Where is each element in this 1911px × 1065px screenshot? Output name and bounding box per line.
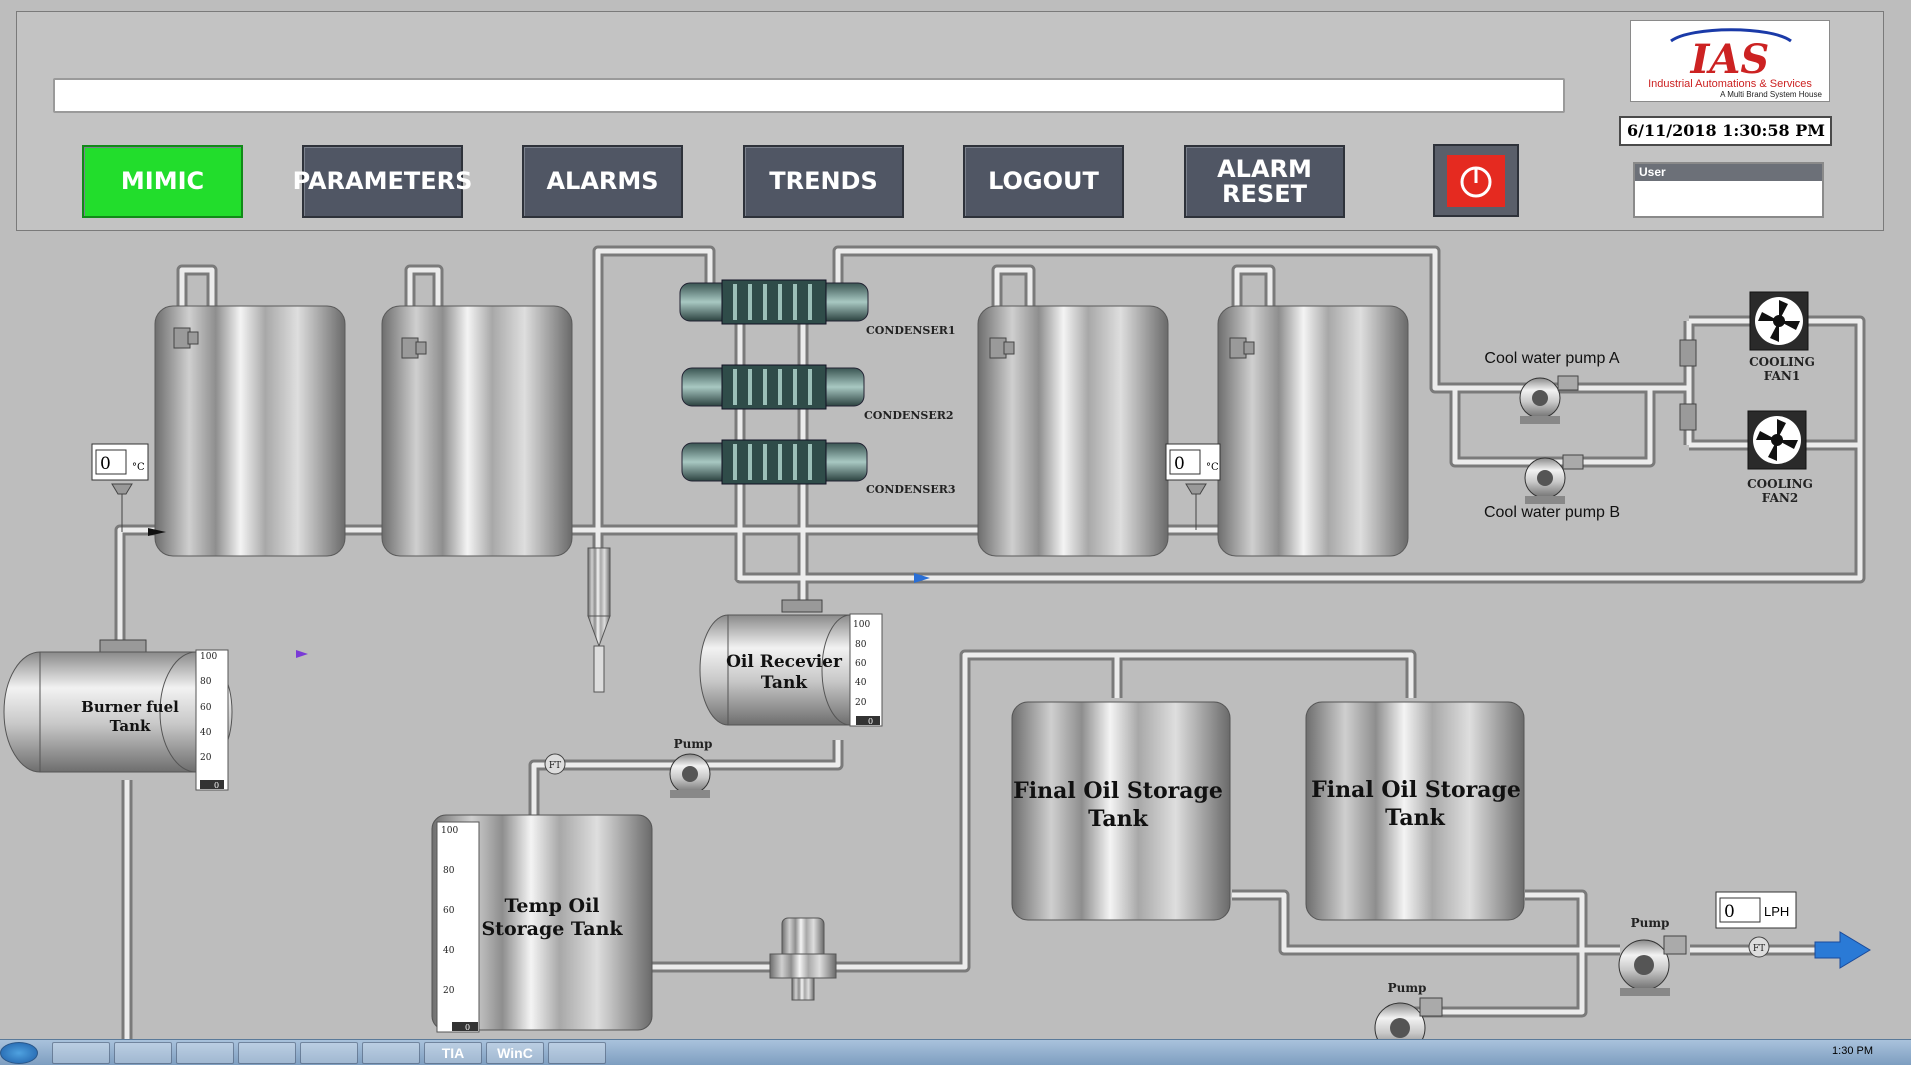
oil-receiver-level: 0 [868, 717, 873, 726]
fan2-label-1: COOLING [1747, 477, 1813, 491]
media-player-icon[interactable] [176, 1042, 234, 1064]
gauge-tick: 20 [200, 753, 212, 763]
gauge-tick: 80 [855, 640, 867, 650]
logo-name: Industrial Automations & Services [1648, 78, 1812, 90]
alarms-button[interactable]: ALARMS [522, 145, 683, 218]
temperature-1-unit: °C [132, 462, 145, 473]
temperature-1-value: 0 [100, 454, 111, 474]
mimic-button[interactable]: MIMIC [82, 145, 243, 218]
trends-button[interactable]: TRENDS [743, 145, 904, 218]
cool-water-pumps: Cool water pump A Cool water pump B [1484, 350, 1620, 521]
temperature-displays: 0 °C 0 °C [91, 443, 1221, 532]
wincc-icon[interactable]: WinC [486, 1042, 544, 1064]
outlet-flow-arrow-icon [1814, 931, 1871, 969]
start-button[interactable] [0, 1042, 38, 1064]
flow-rate-value: 0 [1724, 902, 1735, 922]
chrome-icon[interactable] [238, 1042, 296, 1064]
user-field[interactable]: User [1633, 162, 1824, 218]
temp-oil-level: 0 [465, 1023, 470, 1032]
gauge-tick: 100 [441, 826, 458, 836]
cooling-fans: COOLING FAN1 COOLING FAN2 [1747, 291, 1815, 505]
gauge-tick: 20 [855, 698, 867, 708]
oil-receiver-tank-label-1: Oil Recevier [726, 652, 843, 672]
control-panel-header [16, 11, 1884, 231]
oil-filter [769, 917, 837, 1001]
flow-arrow-icon [296, 650, 308, 658]
flow-arrow-icon [914, 573, 930, 583]
flow-arrow-icon [148, 528, 166, 536]
transfer-pumps: Pump Pump Pump [669, 737, 1687, 1054]
final-oil-tank-2-label-1: Final Oil Storage [1311, 777, 1521, 803]
final-oil-tank-2-label-2: Tank [1385, 805, 1446, 831]
flow-rate-unit: LPH [1764, 904, 1789, 919]
tia-portal-icon[interactable]: TIA [424, 1042, 482, 1064]
file-explorer-icon[interactable] [114, 1042, 172, 1064]
separator-vessel [587, 547, 611, 693]
message-bar [53, 78, 1565, 113]
gauge-tick: 80 [200, 677, 212, 687]
gauge-tick: 60 [443, 906, 455, 916]
cool-water-pump-a-label: Cool water pump A [1484, 350, 1620, 367]
taskbar-clock: 1:30 PM [1832, 1045, 1873, 1057]
ie-browser-icon[interactable] [52, 1042, 110, 1064]
burner-fuel-level: 0 [214, 781, 219, 790]
temperature-2-unit: °C [1206, 462, 1219, 473]
flow-transmitter-label: FT [1753, 944, 1765, 954]
fan1-label-1: COOLING [1749, 355, 1815, 369]
temp-oil-storage-tank: Temp Oil Storage Tank 100 80 60 40 20 0 [431, 814, 653, 1033]
alarm-reset-label-2: RESET [1222, 179, 1307, 208]
oil-receiver-tank: Oil Recevier Tank 100 80 60 40 20 0 [699, 599, 883, 727]
final-oil-storage-tanks: Final Oil Storage Tank Final Oil Storage… [1011, 701, 1525, 921]
gauge-tick: 40 [855, 678, 867, 688]
company-logo: IAS Industrial Automations & Services A … [1630, 20, 1830, 102]
temperature-2-value: 0 [1174, 454, 1185, 474]
gauge-tick: 40 [200, 728, 212, 738]
condenser2-label: CONDENSER2 [864, 409, 954, 422]
condensers: CONDENSER1 CONDENSER2 CONDENSER3 [679, 279, 956, 496]
inlet-valves [173, 327, 1697, 431]
logo-tagline: A Multi Brand System House [1720, 90, 1822, 99]
burner-fuel-tank: Burner fuel Tank 100 80 60 40 20 0 [3, 639, 233, 791]
flow-transmitters: FT FT [544, 753, 1770, 958]
logo-brand: IAS [1690, 36, 1770, 83]
gauge-tick: 100 [853, 620, 870, 630]
vertical-tanks [154, 305, 1409, 557]
gauge-tick: 20 [443, 986, 455, 996]
parameters-button[interactable]: PARAMETERS [293, 145, 472, 218]
gauge-tick: 100 [200, 652, 217, 662]
final-oil-tank-1-label-2: Tank [1088, 806, 1149, 832]
firefox-icon[interactable] [300, 1042, 358, 1064]
oil-receiver-tank-label-2: Tank [761, 673, 808, 693]
gauge-tick: 80 [443, 866, 455, 876]
temp-oil-tank-label-1: Temp Oil [504, 895, 599, 917]
alarm-reset-button[interactable]: ALARM RESET [1184, 145, 1345, 218]
burner-fuel-tank-label-1: Burner fuel [81, 698, 179, 716]
windows-taskbar: TIA WinC 1:30 PM [0, 1039, 1911, 1065]
burner-fuel-tank-label-2: Tank [110, 717, 151, 735]
power-icon [1447, 154, 1505, 207]
flow-transmitter-label: FT [549, 761, 561, 771]
gauge-tick: 60 [855, 659, 867, 669]
final-oil-tank-1-label-1: Final Oil Storage [1013, 778, 1223, 804]
logout-button[interactable]: LOGOUT [963, 145, 1124, 218]
gauge-tick: 40 [443, 946, 455, 956]
word-icon[interactable] [362, 1042, 420, 1064]
fan1-label-2: FAN1 [1764, 369, 1800, 383]
user-label: User [1635, 164, 1822, 181]
gauge-tick: 60 [200, 703, 212, 713]
pipe-network [114, 245, 1866, 1040]
pump-label: Pump [674, 737, 713, 751]
alarm-reset-label-1: ALARM [1217, 154, 1312, 183]
fan2-label-2: FAN2 [1762, 491, 1798, 505]
shutdown-button[interactable] [1433, 144, 1519, 217]
pump-label: Pump [1388, 981, 1427, 995]
paint-icon[interactable] [548, 1042, 606, 1064]
flow-rate-display: 0 LPH [1715, 891, 1797, 929]
cool-water-pump-b-label: Cool water pump B [1484, 504, 1620, 521]
condenser1-label: CONDENSER1 [866, 324, 956, 337]
condenser3-label: CONDENSER3 [866, 483, 956, 496]
temp-oil-tank-label-2: Storage Tank [481, 918, 623, 940]
date-time-display: 6/11/2018 1:30:58 PM [1619, 116, 1832, 146]
pump-label: Pump [1631, 916, 1670, 930]
